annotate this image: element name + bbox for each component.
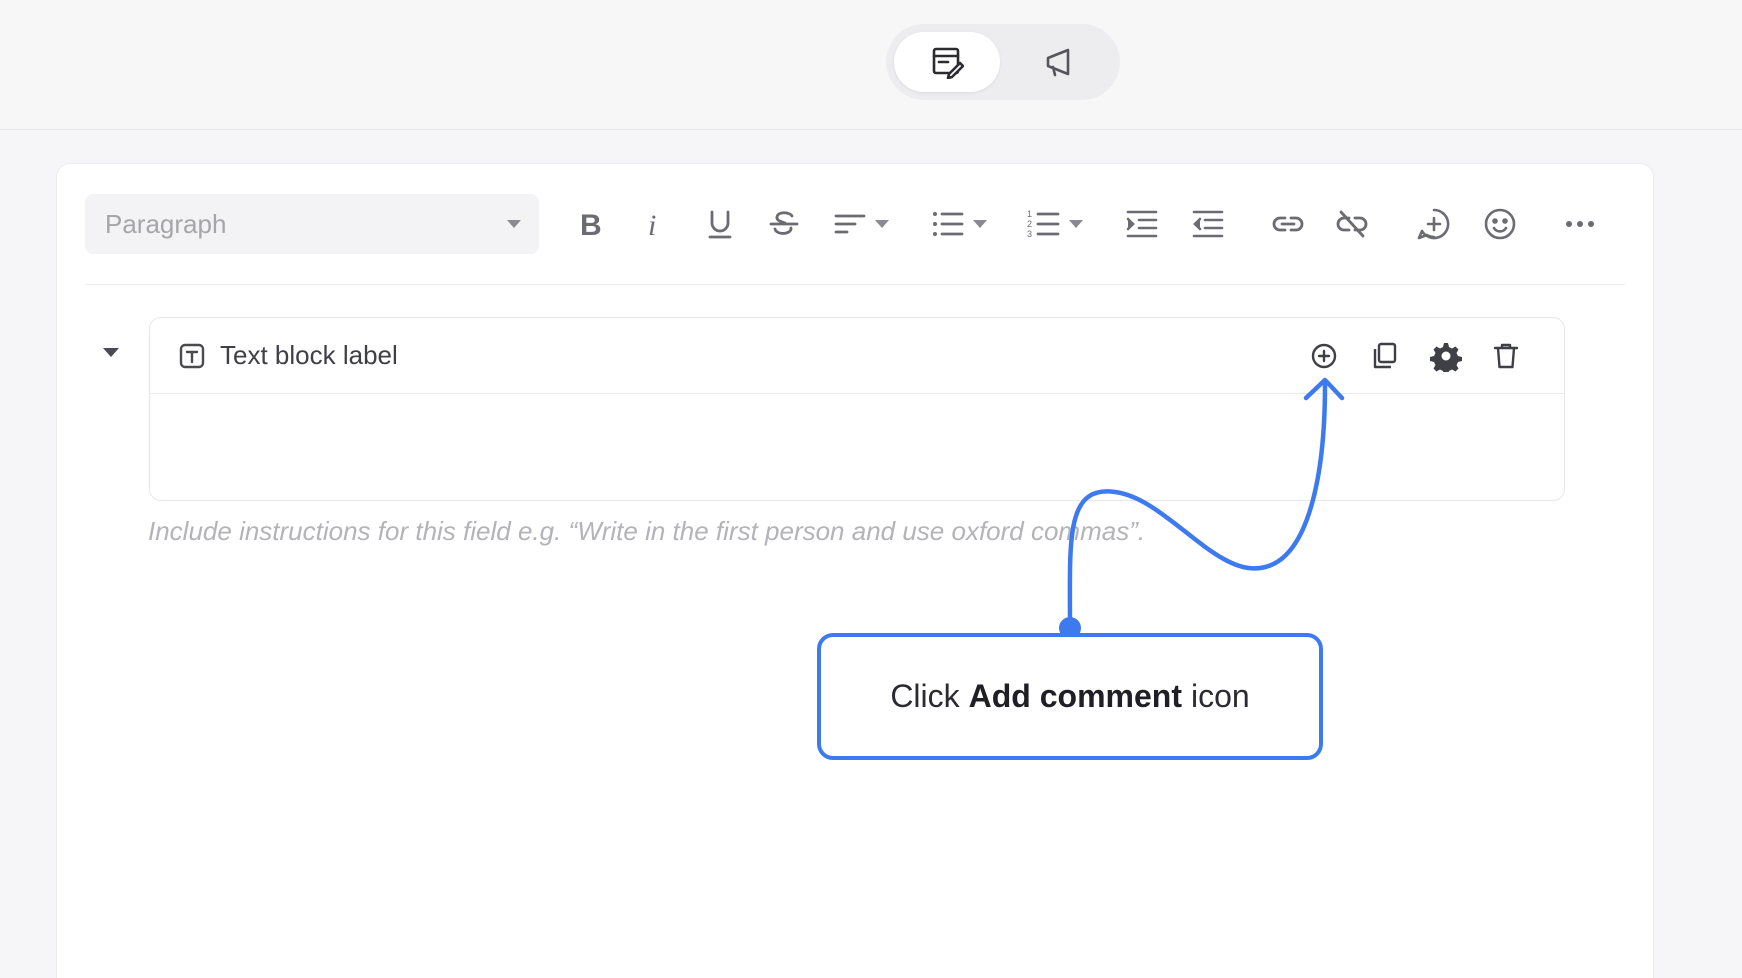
indent-icon [1126,210,1158,238]
numbered-list-dropdown[interactable]: 123 [1027,204,1083,244]
strikethrough-button[interactable] [767,204,801,244]
instruction-callout: Click Add comment icon [817,633,1323,760]
editor-card: Paragraph B i 123 Text block label [56,163,1654,978]
paragraph-style-value: Paragraph [105,208,227,239]
link-button[interactable] [1271,204,1305,244]
megaphone-icon [1046,48,1070,77]
edit-mode-button[interactable] [894,32,1000,92]
bold-icon: B [580,209,602,241]
mode-switch [886,24,1120,100]
indent-button[interactable] [1125,204,1159,244]
instructions-placeholder[interactable]: Include instructions for this field e.g.… [148,516,1145,547]
emoji-icon [1484,208,1516,240]
link-icon [1272,216,1304,232]
chevron-down-icon [973,220,987,228]
text-type-icon [179,343,205,369]
delete-button[interactable] [1490,340,1522,372]
text-block-label[interactable]: Text block label [220,340,398,371]
emoji-button[interactable] [1483,204,1517,244]
add-comment-icon [1417,208,1450,240]
formatting-toolbar: Paragraph B i 123 [85,194,1621,260]
more-icon [1566,221,1594,227]
add-comment-toolbar-button[interactable] [1417,204,1451,244]
align-icon [834,214,866,234]
text-block: Text block label [149,317,1565,501]
duplicate-icon [1373,342,1397,369]
duplicate-button[interactable] [1368,340,1400,372]
text-block-content[interactable] [150,395,1564,501]
collapse-block-icon[interactable] [103,348,119,357]
unlink-icon [1336,210,1368,238]
callout-suffix: icon [1190,678,1250,714]
callout-bold: Add comment [968,678,1182,714]
bullet-list-dropdown[interactable] [931,204,987,244]
svg-text:B: B [580,209,602,241]
svg-text:1: 1 [1027,209,1032,219]
add-comment-button[interactable] [1308,340,1340,372]
more-button[interactable] [1563,204,1597,244]
chevron-down-icon [1069,220,1083,228]
settings-button[interactable] [1430,340,1462,375]
chevron-down-icon [875,220,889,228]
italic-icon: i [648,209,656,241]
chevron-down-icon [507,220,521,228]
underline-button[interactable] [703,204,737,244]
top-bar [0,0,1742,130]
callout-prefix: Click [890,678,960,714]
paragraph-style-select[interactable]: Paragraph [85,194,539,254]
unlink-button[interactable] [1335,204,1369,244]
strikethrough-icon [769,211,799,235]
add-comment-icon [1311,343,1337,369]
svg-text:2: 2 [1027,219,1032,229]
bold-button[interactable]: B [573,204,607,244]
underline-icon [708,210,732,239]
gear-icon [1430,343,1462,375]
align-dropdown[interactable] [833,204,889,244]
text-block-header: Text block label [150,318,1564,394]
edit-note-icon [932,47,964,79]
svg-text:i: i [648,209,656,241]
italic-button[interactable]: i [637,204,671,244]
outdent-button[interactable] [1191,204,1225,244]
svg-text:3: 3 [1027,229,1032,239]
outdent-icon [1192,210,1224,238]
bullet-list-icon [933,212,964,236]
trash-icon [1493,343,1519,369]
numbered-list-icon: 123 [1027,209,1060,239]
toolbar-divider [85,284,1625,285]
announce-mode-button[interactable] [1006,32,1112,92]
